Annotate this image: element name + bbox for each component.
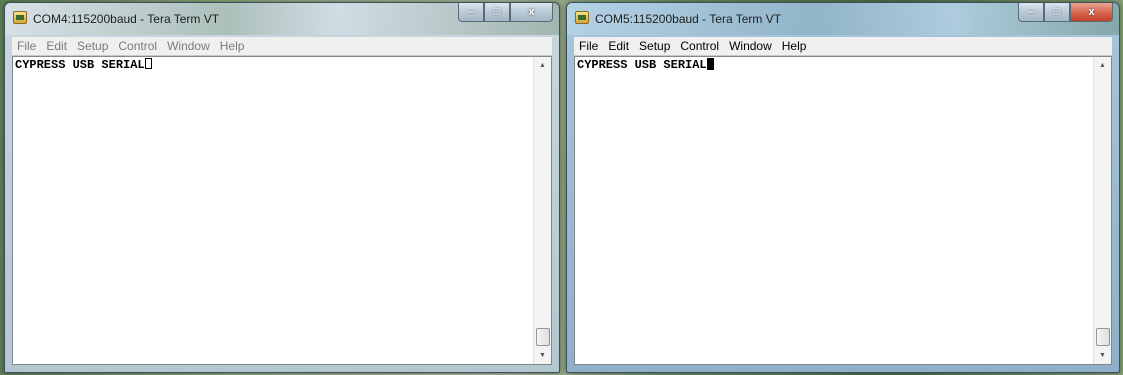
vertical-scrollbar[interactable]: ▲ ▼ xyxy=(1093,57,1111,364)
close-icon: x xyxy=(1088,6,1095,18)
title-bar[interactable]: COM5:115200baud - Tera Term VT – □ x xyxy=(567,3,1119,35)
menu-file[interactable]: File xyxy=(574,39,603,53)
close-button[interactable]: x xyxy=(510,3,553,22)
close-button[interactable]: x xyxy=(1070,3,1113,22)
menu-setup[interactable]: Setup xyxy=(634,39,675,53)
terminal-output: CYPRESS USB SERIAL xyxy=(15,58,152,72)
menu-bar: File Edit Setup Control Window Help xyxy=(12,37,552,56)
menu-window[interactable]: Window xyxy=(724,39,777,53)
caption-buttons: – □ x xyxy=(458,3,553,23)
menu-help[interactable]: Help xyxy=(777,39,812,53)
menu-edit[interactable]: Edit xyxy=(603,39,634,53)
close-icon: x xyxy=(528,6,535,18)
text-cursor xyxy=(144,58,152,69)
menu-bar: File Edit Setup Control Window Help xyxy=(574,37,1112,56)
scroll-down-arrow-icon[interactable]: ▼ xyxy=(1094,347,1111,364)
terminal-line: CYPRESS USB SERIAL xyxy=(15,58,145,72)
menu-help[interactable]: Help xyxy=(215,39,250,53)
window-com5[interactable]: COM5:115200baud - Tera Term VT – □ x Fil… xyxy=(566,2,1120,373)
menu-edit[interactable]: Edit xyxy=(41,39,72,53)
window-com4[interactable]: COM4:115200baud - Tera Term VT – □ x Fil… xyxy=(4,2,560,373)
tera-term-app-icon[interactable] xyxy=(575,11,589,24)
menu-control[interactable]: Control xyxy=(113,39,162,53)
caption-buttons: – □ x xyxy=(1018,3,1113,23)
minimize-button[interactable]: – xyxy=(1018,3,1044,22)
maximize-button[interactable]: □ xyxy=(1044,3,1070,22)
menu-setup[interactable]: Setup xyxy=(72,39,113,53)
maximize-icon: □ xyxy=(1053,6,1061,18)
text-cursor xyxy=(706,58,714,70)
scroll-down-arrow-icon[interactable]: ▼ xyxy=(534,347,551,364)
scroll-up-arrow-icon[interactable]: ▲ xyxy=(534,57,551,74)
maximize-icon: □ xyxy=(493,6,501,18)
menu-control[interactable]: Control xyxy=(675,39,724,53)
scroll-thumb[interactable] xyxy=(1096,328,1110,346)
title-bar[interactable]: COM4:115200baud - Tera Term VT – □ x xyxy=(5,3,559,35)
scroll-thumb[interactable] xyxy=(536,328,550,346)
tera-term-app-icon[interactable] xyxy=(13,11,27,24)
window-title: COM4:115200baud - Tera Term VT xyxy=(33,12,220,26)
maximize-button[interactable]: □ xyxy=(484,3,510,22)
menu-file[interactable]: File xyxy=(12,39,41,53)
minimize-button[interactable]: – xyxy=(458,3,484,22)
window-title: COM5:115200baud - Tera Term VT xyxy=(595,12,782,26)
terminal-output: CYPRESS USB SERIAL xyxy=(577,58,714,72)
menu-window[interactable]: Window xyxy=(162,39,215,53)
minimize-icon: – xyxy=(467,6,475,18)
minimize-icon: – xyxy=(1027,6,1035,18)
terminal-area[interactable]: CYPRESS USB SERIAL ▲ ▼ xyxy=(574,56,1112,365)
vertical-scrollbar[interactable]: ▲ ▼ xyxy=(533,57,551,364)
scroll-up-arrow-icon[interactable]: ▲ xyxy=(1094,57,1111,74)
terminal-area[interactable]: CYPRESS USB SERIAL ▲ ▼ xyxy=(12,56,552,365)
terminal-line: CYPRESS USB SERIAL xyxy=(577,58,707,72)
